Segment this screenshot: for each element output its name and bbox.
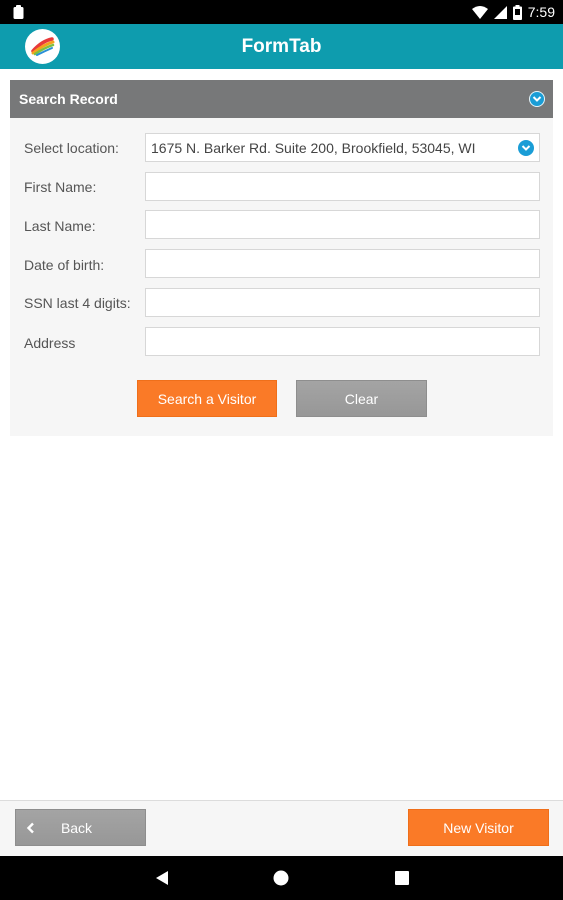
location-select[interactable]: 1675 N. Barker Rd. Suite 200, Brookfield… [145, 133, 540, 162]
app-bar: FormTab [0, 24, 563, 69]
search-visitor-button[interactable]: Search a Visitor [137, 380, 277, 417]
dob-input[interactable] [145, 249, 540, 278]
first-name-input[interactable] [145, 172, 540, 201]
first-name-label: First Name: [24, 179, 97, 195]
dob-label: Date of birth: [24, 257, 105, 273]
system-nav-bar [0, 856, 563, 900]
new-visitor-button[interactable]: New Visitor [408, 809, 549, 846]
address-label: Address [24, 335, 76, 351]
status-time: 7:59 [527, 4, 555, 20]
panel-title: Search Record [19, 91, 118, 107]
search-record-panel: Search Record Select location: 1675 N. B… [10, 80, 553, 436]
back-triangle-icon[interactable] [153, 869, 171, 887]
footer-bar: Back New Visitor [0, 800, 563, 856]
address-input[interactable] [145, 327, 540, 356]
panel-header[interactable]: Search Record [10, 80, 553, 118]
clipboard-icon [13, 5, 24, 19]
recents-square-icon[interactable] [393, 869, 411, 887]
clear-button[interactable]: Clear [296, 380, 427, 417]
app-title: FormTab [241, 36, 322, 57]
location-label: Select location: [24, 140, 119, 156]
ssn-label: SSN last 4 digits: [24, 295, 131, 311]
chevron-down-circle-icon[interactable] [529, 91, 545, 107]
wifi-icon [471, 5, 488, 19]
ssn-input[interactable] [145, 288, 540, 317]
last-name-input[interactable] [145, 210, 540, 239]
chevron-down-icon [518, 139, 534, 156]
battery-icon [512, 4, 522, 20]
back-button-label: Back [60, 819, 93, 836]
back-button[interactable]: Back [15, 809, 146, 846]
signal-icon [493, 5, 507, 19]
chevron-left-icon [26, 822, 34, 834]
status-bar: 7:59 [0, 0, 563, 24]
location-select-value: 1675 N. Barker Rd. Suite 200, Brookfield… [151, 139, 476, 156]
last-name-label: Last Name: [24, 218, 96, 234]
home-circle-icon[interactable] [272, 869, 290, 887]
